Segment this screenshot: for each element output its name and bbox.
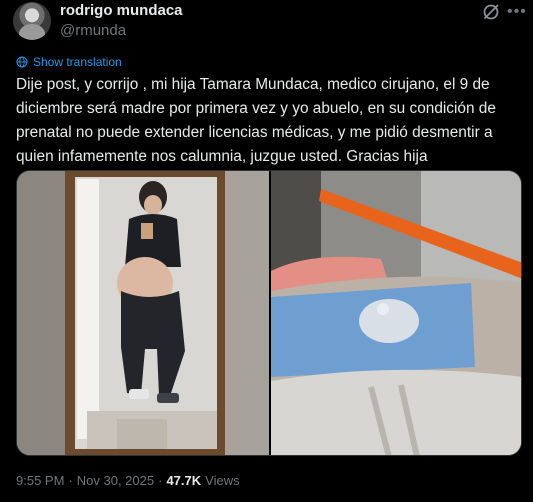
post-date[interactable]: Nov 30, 2025 <box>77 473 154 488</box>
views-count[interactable]: 47.7K <box>166 473 201 488</box>
photo-mirror-selfie[interactable] <box>17 171 269 455</box>
views-label: Views <box>205 473 240 488</box>
author-handle[interactable]: @rmunda <box>60 22 126 39</box>
grok-icon[interactable] <box>481 2 501 22</box>
meta-separator-2: · <box>158 473 163 488</box>
globe-icon <box>16 56 28 68</box>
more-icon[interactable]: ••• <box>507 2 526 22</box>
author-name[interactable]: rodrigo mundaca <box>60 2 183 19</box>
post-header: rodrigo mundaca @rmunda ••• <box>0 0 533 48</box>
post-time[interactable]: 9:55 PM <box>16 473 64 488</box>
avatar[interactable] <box>13 2 51 40</box>
photo-mirror-selfie-art <box>17 171 269 455</box>
show-translation-label: Show translation <box>33 55 122 69</box>
post-text: Dije post, y corrijo , mi hija Tamara Mu… <box>16 76 496 165</box>
media-grid <box>16 170 522 456</box>
meta-separator: · <box>68 473 73 488</box>
post-meta: 9:55 PM · Nov 30, 2025 · 47.7K Views <box>16 473 240 488</box>
photo-monitor-art <box>271 171 521 455</box>
show-translation-link[interactable]: Show translation <box>16 54 122 70</box>
photo-monitor[interactable] <box>271 171 521 455</box>
